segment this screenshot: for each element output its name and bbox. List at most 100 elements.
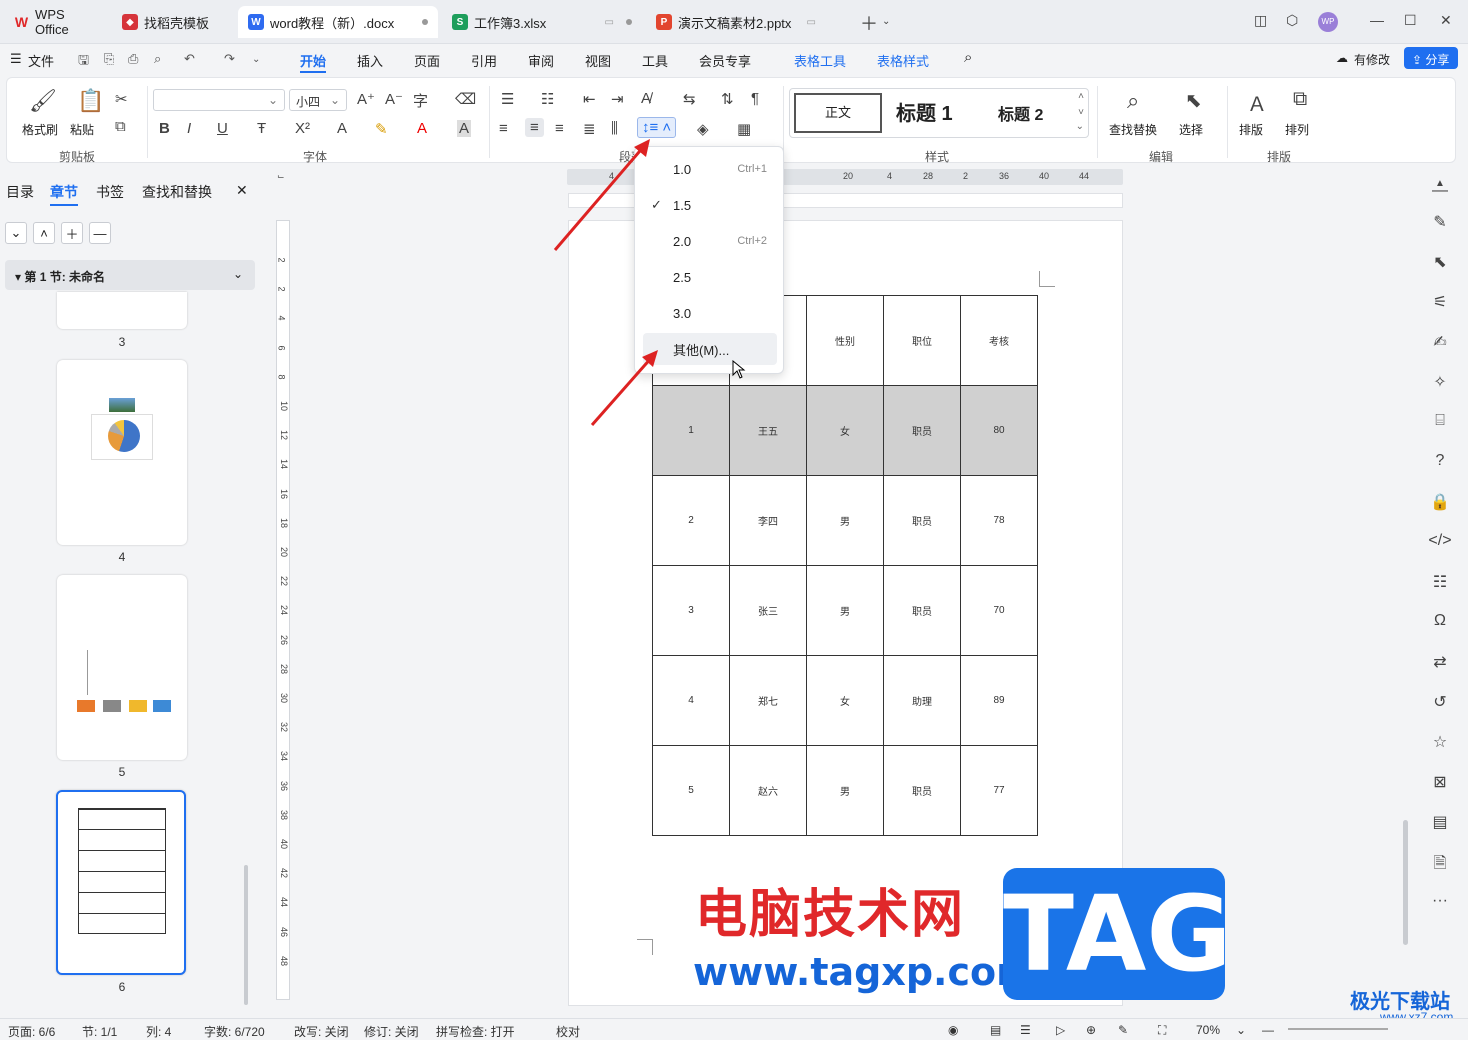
page-thumbnail-5[interactable] [57,575,187,760]
status-words[interactable]: 字数: 6/720 [204,1023,265,1040]
style-normal[interactable]: 正文 [794,93,882,133]
help-icon[interactable]: ? [1427,452,1453,470]
table-cell[interactable]: 职员 [883,745,961,836]
table-cell[interactable]: 职员 [883,565,961,656]
vertical-ruler[interactable]: 2 2 4 6 8 10 12 14 16 18 20 22 24 26 28 30 32 34 36 38 40 42 4… [276,220,290,1000]
align-center-icon[interactable]: ≡ [525,118,544,137]
underline-icon[interactable]: U [217,120,228,137]
tab-docer[interactable]: ◆ 找稻壳模板 [112,6,234,38]
table-cell[interactable]: 3 [652,565,730,656]
outline-view-icon[interactable]: ☰ [1020,1023,1031,1037]
nav-tab-bookmarks[interactable]: 书签 [96,182,124,202]
print-icon[interactable]: ⎙ [128,51,138,67]
list-icon[interactable]: ☷ [1427,572,1453,592]
save-icon[interactable]: 🖫 [78,51,89,73]
menu-home[interactable]: 开始 [300,51,327,73]
text-direction-icon[interactable]: A̸ [641,90,651,107]
zoom-chevron-icon[interactable]: ⌄ [1236,1023,1246,1037]
font-color-icon[interactable]: A [417,120,427,137]
maximize-icon[interactable]: ☐ [1404,12,1417,29]
tab-ppt[interactable]: P 演示文稿素材2.pptx ▭ [646,6,846,38]
vertical-scrollbar[interactable] [1401,170,1411,1010]
zoom-slider[interactable] [1288,1028,1388,1030]
table-cell[interactable]: 78 [960,475,1038,566]
table-cell[interactable]: 职员 [883,385,961,476]
add-section-icon[interactable]: ＋ [61,222,83,244]
text-effect-icon[interactable]: A [337,120,347,137]
code-icon[interactable]: </> [1427,532,1453,550]
minimize-icon[interactable]: — [1370,12,1384,28]
status-page[interactable]: 页面: 6/6 [8,1023,55,1040]
search-icon[interactable]: ⌕ [964,49,972,66]
select-cursor-icon[interactable]: ⬉ [1427,252,1453,272]
menu-page[interactable]: 页面 [414,51,440,70]
web-view-icon[interactable]: ⊕ [1086,1023,1096,1037]
zoom-out-icon[interactable]: — [1262,1023,1274,1037]
remove-section-icon[interactable]: — [89,222,111,244]
superscript-icon[interactable]: X² [295,120,310,137]
table-cell[interactable]: 89 [960,655,1038,746]
highlight-icon[interactable]: ✎ [375,120,388,138]
omega-icon[interactable]: Ω [1427,612,1453,630]
copy-icon[interactable]: ⧉ [115,118,126,135]
lock-icon[interactable]: 🔒 [1427,492,1453,512]
char-shading-icon[interactable]: A [457,120,472,137]
scrollbar-thumb[interactable] [1403,820,1408,945]
table-cell[interactable]: 考核 [960,295,1038,386]
style-scroll-up-icon[interactable]: ˄ [1078,91,1084,102]
redo-icon[interactable]: ↷ [224,51,235,67]
sort-icon[interactable]: ⇅ [721,90,734,108]
menu-view[interactable]: 视图 [585,51,611,70]
table-cell[interactable]: 男 [806,475,884,566]
status-overwrite[interactable]: 改写: 关闭 [294,1023,349,1040]
decrease-indent-icon[interactable]: ⇤ [583,90,596,108]
zoom-level[interactable]: 70% [1196,1023,1220,1037]
align-left-icon[interactable]: ≡ [499,120,508,137]
layout-label[interactable]: 排版 [1239,121,1263,138]
undo-icon[interactable]: ↶ [184,51,195,67]
avatar[interactable]: WP [1318,12,1338,32]
table-cell[interactable]: 性别 [806,295,884,386]
data-table[interactable]: 性别 职位 考核 1 王五 女 职员 80 2 李四 男 职员 78 3 张三 … [652,295,1038,836]
style-scroll-down-icon[interactable]: ˅ [1078,107,1084,118]
link-icon[interactable]: ⎘ [104,51,114,67]
status-section[interactable]: 节: 1/1 [82,1023,117,1040]
excel-export-icon[interactable]: ⊠ [1427,772,1453,792]
collapse-up-icon[interactable]: ˄ [33,222,55,244]
collapse-icon[interactable]: — [1427,182,1453,200]
page-thumbnail-3[interactable] [57,292,187,329]
table-cell[interactable]: 郑七 [729,655,807,746]
status-proof[interactable]: 校对 [556,1023,580,1040]
show-marks-icon[interactable]: ¶ [751,90,759,107]
menu-tools[interactable]: 工具 [642,51,668,70]
style-heading2[interactable]: 标题 2 [998,101,1043,125]
pane-scrollbar[interactable] [244,865,248,1005]
table-cell[interactable]: 80 [960,385,1038,476]
shading-icon[interactable]: ◈ [697,120,709,138]
decrease-font-icon[interactable]: A⁻ [385,90,403,108]
folder-star-icon[interactable]: ☆ [1427,732,1453,752]
table-cell[interactable]: 5 [652,745,730,836]
paste-icon[interactable]: 📋 [77,88,104,114]
select-label[interactable]: 选择 [1179,121,1203,138]
section-header[interactable]: ▾ 第 1 节: 未命名 ⌄ [5,260,255,290]
font-name-combo[interactable]: ⌄ [153,89,285,111]
hamburger-icon[interactable]: ☰ [10,51,22,67]
expand-down-icon[interactable]: ⌄ [5,222,27,244]
table-cell[interactable]: 王五 [729,385,807,476]
share-button[interactable]: ⇪ 分享 [1404,47,1458,69]
close-icon[interactable]: ✕ [1440,12,1452,29]
table-cell[interactable]: 女 [806,385,884,476]
arrange-label[interactable]: 排列 [1285,121,1309,138]
table-cell[interactable]: 2 [652,475,730,566]
find-replace-icon[interactable]: ⌕ [1127,88,1139,114]
menu-references[interactable]: 引用 [471,51,497,70]
settings-sliders-icon[interactable]: ⚟ [1427,292,1453,312]
book-search-icon[interactable]: ⌸ [1427,412,1453,430]
close-pane-icon[interactable]: ✕ [236,182,248,199]
cube-icon[interactable]: ⬡ [1286,12,1298,29]
tools-icon[interactable]: ✧ [1427,372,1453,392]
cut-icon[interactable]: ✂ [115,90,128,108]
table-cell[interactable]: 男 [806,565,884,656]
table-cell[interactable]: 女 [806,655,884,746]
